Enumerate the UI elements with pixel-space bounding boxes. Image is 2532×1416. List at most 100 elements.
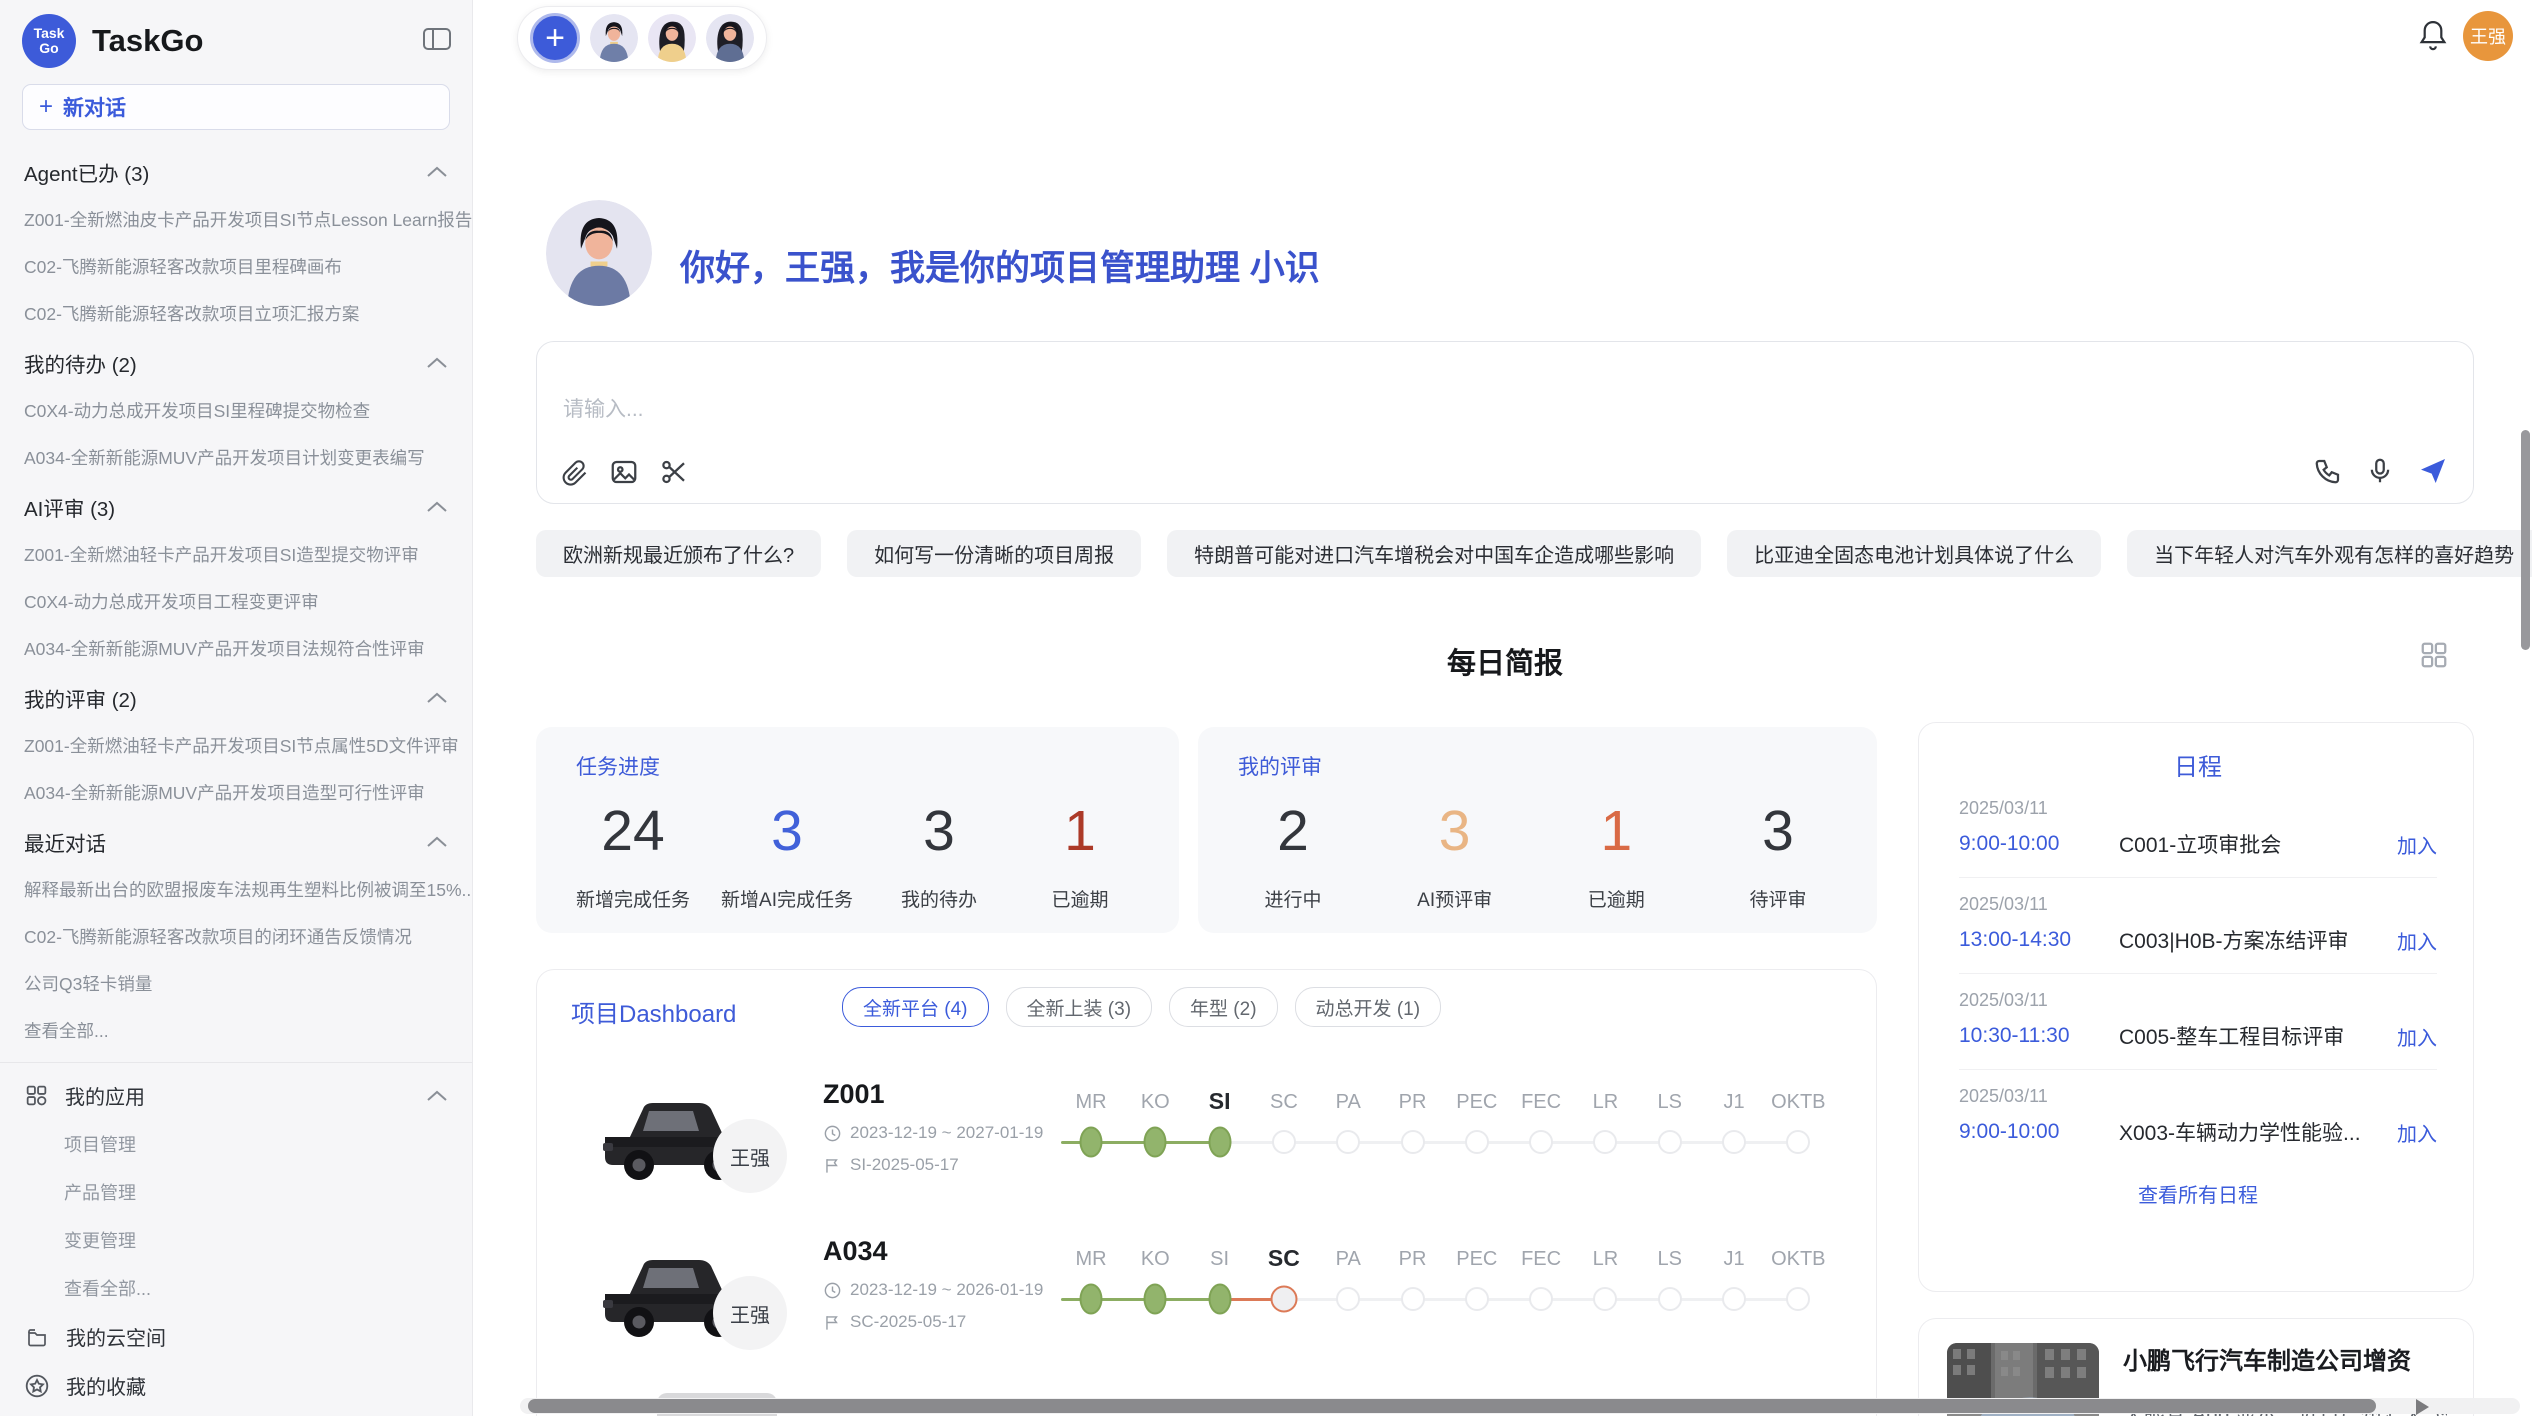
schedule-event[interactable]: 2025/03/1110:30-11:30C005-整车工程目标评审加入: [1959, 974, 2437, 1070]
chat-input[interactable]: [551, 398, 1775, 422]
suggestion-chip[interactable]: 如何写一份清晰的项目周报: [847, 530, 1141, 577]
send-icon[interactable]: [2417, 455, 2449, 487]
suggestion-chip[interactable]: 欧洲新规最近颁布了什么?: [536, 530, 821, 577]
milestone-label: MR: [1075, 1248, 1106, 1271]
milestone-dot: [1401, 1130, 1425, 1154]
join-button[interactable]: 加入: [2397, 1118, 2437, 1147]
conversation-item[interactable]: 公司Q3轻卡销量: [0, 960, 472, 1007]
milestone-label: FEC: [1521, 1248, 1561, 1271]
add-agent-button[interactable]: +: [530, 13, 580, 63]
suggestion-chip[interactable]: 特朗普可能对进口汽车增税会对中国车企造成哪些影响: [1167, 530, 1701, 577]
notification-bell-icon[interactable]: [2416, 18, 2450, 59]
milestone-label: MR: [1075, 1091, 1106, 1114]
conversation-item[interactable]: 查看全部...: [0, 1007, 472, 1054]
schedule-card: 日程 2025/03/119:00-10:00C001-立项审批会加入2025/…: [1918, 722, 2474, 1292]
milestone-dot: [1658, 1287, 1682, 1311]
view-all-schedule-link[interactable]: 查看所有日程: [1959, 1179, 2437, 1208]
sidebar-header: Task Go TaskGo: [0, 0, 472, 78]
agent-avatar-3[interactable]: [706, 14, 754, 62]
conversation-item[interactable]: A034-全新新能源MUV产品开发项目法规符合性评审: [0, 625, 472, 672]
star-icon: [24, 1373, 50, 1399]
apps-icon: [24, 1083, 49, 1108]
milestone-dot: [1272, 1130, 1296, 1154]
project-row: 王强Z0012023-12-19 ~ 2027-01-19SI-2025-05-…: [537, 1079, 1877, 1239]
conversation-item[interactable]: A034-全新新能源MUV产品开发项目造型可行性评审: [0, 769, 472, 816]
stat-item: 1已逾期: [1025, 795, 1135, 912]
schedule-event[interactable]: 2025/03/119:00-10:00X003-车辆动力学性能验...加入: [1959, 1070, 2437, 1165]
section-title: 我的评审 (2): [24, 683, 137, 713]
dashboard-filter-chip[interactable]: 年型 (2): [1169, 987, 1278, 1027]
milestone-label: J1: [1723, 1248, 1744, 1271]
project-owner-badge: 王强: [713, 1119, 787, 1193]
microphone-icon[interactable]: [2365, 456, 2395, 486]
horizontal-scrollbar-track[interactable]: [520, 1398, 2520, 1414]
assistant-avatar: [546, 200, 652, 306]
dashboard-filter-chip[interactable]: 动总开发 (1): [1295, 987, 1442, 1027]
schedule-event[interactable]: 2025/03/1113:00-14:30C003|H0B-方案冻结评审加入: [1959, 878, 2437, 974]
section-header: AI评审 (3): [0, 481, 472, 531]
chevron-up-icon[interactable]: [426, 691, 448, 705]
chevron-up-icon[interactable]: [426, 500, 448, 514]
event-title: C005-整车工程目标评审: [2119, 1021, 2397, 1051]
user-avatar[interactable]: 王强: [2463, 11, 2513, 61]
dashboard-filter-chip[interactable]: 全新上装 (3): [1006, 987, 1153, 1027]
attachment-icon[interactable]: [561, 457, 589, 487]
scroll-right-arrow[interactable]: [2416, 1399, 2429, 1415]
milestone-label: PA: [1336, 1091, 1361, 1114]
sidebar-item-my-apps[interactable]: 我的应用: [0, 1071, 472, 1120]
sidebar-item-star[interactable]: 我的收藏: [0, 1361, 472, 1410]
logo-text-top: Task: [34, 26, 65, 41]
join-button[interactable]: 加入: [2397, 1022, 2437, 1051]
chevron-up-icon[interactable]: [426, 1089, 448, 1103]
chevron-up-icon[interactable]: [426, 835, 448, 849]
daily-brief-title: 每日简报: [536, 640, 2474, 682]
app-sub-item[interactable]: 查看全部...: [0, 1264, 472, 1312]
conversation-item[interactable]: C02-飞腾新能源轻客改款项目立项汇报方案: [0, 290, 472, 337]
agent-avatar-2[interactable]: [648, 14, 696, 62]
agent-avatar-1[interactable]: [590, 14, 638, 62]
app-sub-item[interactable]: 项目管理: [0, 1120, 472, 1168]
conversation-item[interactable]: C0X4-动力总成开发项目工程变更评审: [0, 578, 472, 625]
layout-grid-icon[interactable]: [2419, 640, 2449, 675]
chevron-up-icon[interactable]: [426, 356, 448, 370]
dashboard-filter-chip[interactable]: 全新平台 (4): [842, 987, 989, 1027]
sidebar-item-label: 我的收藏: [66, 1371, 146, 1400]
stat-item: 1已逾期: [1561, 795, 1671, 912]
suggestion-chip[interactable]: 比亚迪全固态电池计划具体说了什么: [1727, 530, 2101, 577]
chevron-up-icon[interactable]: [426, 165, 448, 179]
schedule-event[interactable]: 2025/03/119:00-10:00C001-立项审批会加入: [1959, 782, 2437, 878]
section-title: 最近对话: [24, 827, 106, 857]
date-range-text: 2023-12-19 ~ 2027-01-19: [850, 1123, 1043, 1143]
join-button[interactable]: 加入: [2397, 926, 2437, 955]
phone-icon[interactable]: [2313, 456, 2343, 486]
stat-value: 3: [1400, 795, 1510, 867]
suggestion-chip[interactable]: 当下年轻人对汽车外观有怎样的喜好趋势: [2127, 530, 2532, 577]
join-button[interactable]: 加入: [2397, 830, 2437, 859]
milestone-label: SC: [1270, 1091, 1298, 1114]
sidebar-item-cloud-folder[interactable]: 我的云空间: [0, 1312, 472, 1361]
conversation-item[interactable]: A034-全新新能源MUV产品开发项目计划变更表编写: [0, 434, 472, 481]
app-sub-item[interactable]: 变更管理: [0, 1216, 472, 1264]
project-row: 王强A0342023-12-19 ~ 2026-01-19SC-2025-05-…: [537, 1236, 1877, 1396]
milestone-dot: [1593, 1130, 1617, 1154]
my-review-card: 我的评审2进行中3AI预评审1已逾期3待评审: [1198, 727, 1877, 933]
app-sub-item[interactable]: 产品管理: [0, 1168, 472, 1216]
divider: [0, 1062, 472, 1063]
conversation-item[interactable]: C02-飞腾新能源轻客改款项目里程碑画布: [0, 243, 472, 290]
vertical-scrollbar-thumb[interactable]: [2521, 430, 2530, 650]
milestone-dot: [1529, 1287, 1553, 1311]
image-icon[interactable]: [609, 457, 639, 487]
scissors-icon[interactable]: [659, 457, 689, 487]
conversation-item[interactable]: Z001-全新燃油轻卡产品开发项目SI造型提交物评审: [0, 531, 472, 578]
conversation-item[interactable]: C0X4-动力总成开发项目SI里程碑提交物检查: [0, 387, 472, 434]
horizontal-scrollbar-thumb[interactable]: [528, 1399, 2376, 1413]
event-row: 10:30-11:30C005-整车工程目标评审加入: [1959, 1021, 2437, 1051]
conversation-item[interactable]: 解释最新出台的欧盟报废车法规再生塑料比例被调至15%...: [0, 866, 472, 913]
news-title: 小鹏飞行汽车制造公司增资: [2123, 1341, 2447, 1376]
conversation-item[interactable]: Z001-全新燃油皮卡产品开发项目SI节点Lesson Learn报告: [0, 196, 472, 243]
conversation-item[interactable]: C02-飞腾新能源轻客改款项目的闭环通告反馈情况: [0, 913, 472, 960]
sidebar-collapse-icon[interactable]: [422, 26, 452, 57]
conversation-item[interactable]: Z001-全新燃油轻卡产品开发项目SI节点属性5D文件评审: [0, 722, 472, 769]
stat-label: 已逾期: [1025, 885, 1135, 912]
new-chat-button[interactable]: + 新对话: [22, 84, 450, 130]
